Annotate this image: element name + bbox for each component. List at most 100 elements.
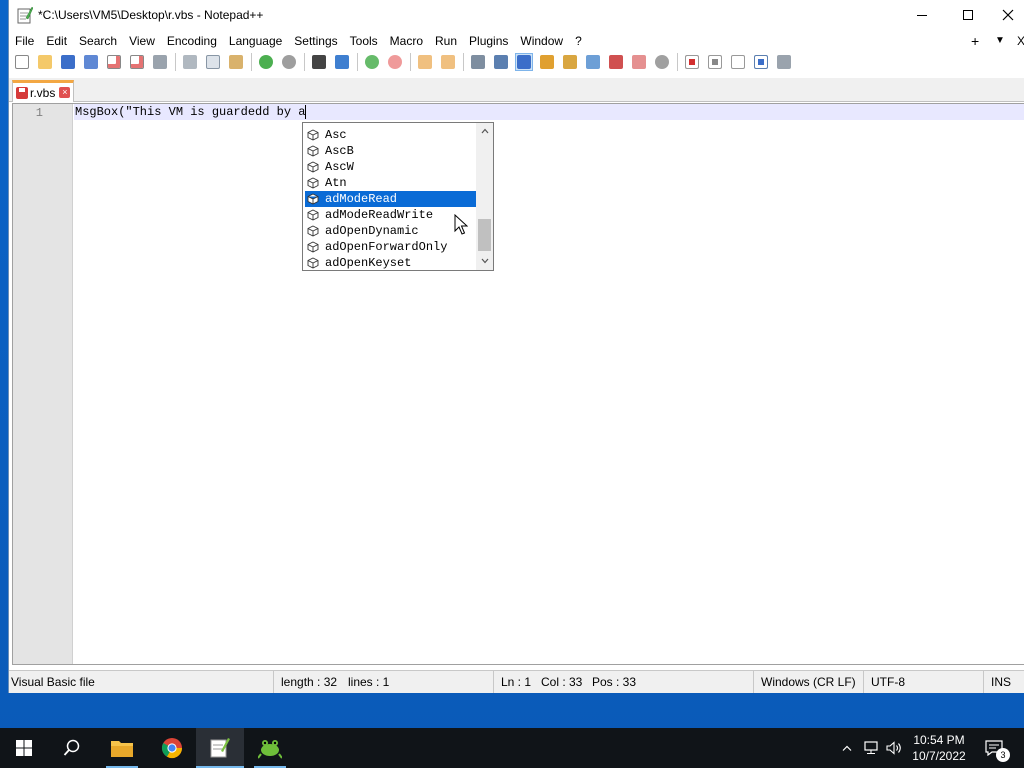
toolbar-separator	[357, 53, 358, 71]
tab-close-icon[interactable]: ×	[59, 87, 71, 98]
cube-icon	[307, 241, 319, 253]
function-list-button[interactable]	[607, 53, 625, 71]
redo-button[interactable]	[280, 53, 298, 71]
menu-view[interactable]: View	[123, 32, 161, 50]
zoom-in-button[interactable]	[363, 53, 381, 71]
user-defined-language-button[interactable]	[538, 53, 556, 71]
menu-tools[interactable]: Tools	[344, 32, 384, 50]
scroll-up-button[interactable]	[476, 123, 493, 140]
cut-button[interactable]	[181, 53, 199, 71]
close-all-button[interactable]	[128, 53, 146, 71]
sync-horizontal-button[interactable]	[439, 53, 457, 71]
autocomplete-item[interactable]: adOpenDynamic	[305, 223, 477, 239]
mouse-pointer-icon	[454, 214, 468, 235]
chrome-taskbar-button[interactable]	[148, 728, 196, 768]
minimize-button[interactable]	[899, 0, 945, 30]
notepadpp-taskbar-button[interactable]	[196, 728, 244, 768]
run-macro-multiple-button[interactable]	[752, 53, 770, 71]
menu-edit[interactable]: Edit	[40, 32, 73, 50]
close-file-button[interactable]	[105, 53, 123, 71]
open-file-button[interactable]	[36, 53, 54, 71]
tab-r-vbs[interactable]: r.vbs ×	[12, 80, 74, 102]
taskbar-clock[interactable]: 10:54 PM 10/7/2022	[906, 732, 972, 764]
menu-encoding[interactable]: Encoding	[161, 32, 223, 50]
app-taskbar-button[interactable]	[246, 728, 294, 768]
autocomplete-list[interactable]: Asc AscB AscW Atn adModeRead adModeReadW…	[302, 122, 494, 271]
sync-vertical-button[interactable]	[416, 53, 434, 71]
document-map-icon	[563, 55, 577, 69]
stop-recording-button[interactable]	[706, 53, 724, 71]
save-button[interactable]	[59, 53, 77, 71]
copy-button[interactable]	[204, 53, 222, 71]
windows-logo-icon	[16, 740, 32, 756]
status-insert-mode: INS	[991, 675, 1012, 689]
scissors-icon	[183, 55, 197, 69]
start-recording-button[interactable]	[683, 53, 701, 71]
status-column: Col : 33	[541, 675, 583, 689]
close-window-button[interactable]	[991, 0, 1024, 30]
new-file-button[interactable]	[13, 53, 31, 71]
maximize-button[interactable]	[945, 0, 991, 30]
menu-file[interactable]: File	[9, 32, 40, 50]
show-hidden-icons-button[interactable]	[838, 728, 856, 768]
status-divider	[493, 671, 494, 693]
new-tab-plus-button[interactable]: +	[971, 32, 979, 50]
autocomplete-item-label: adOpenForwardOnly	[325, 240, 448, 254]
autocomplete-item[interactable]: adOpenForwardOnly	[305, 239, 477, 255]
sync-horizontal-icon	[441, 55, 455, 69]
menu-run[interactable]: Run	[429, 32, 463, 50]
autocomplete-item[interactable]: AscW	[305, 159, 477, 175]
window-title: *C:\Users\VM5\Desktop\r.vbs - Notepad++	[38, 8, 264, 22]
autocomplete-item[interactable]: adOpenKeyset	[305, 255, 477, 271]
document-map-button[interactable]	[561, 53, 579, 71]
monitoring-button[interactable]	[653, 53, 671, 71]
zoom-out-button[interactable]	[386, 53, 404, 71]
autocomplete-item-selected[interactable]: adModeRead	[305, 191, 477, 207]
save-all-button[interactable]	[82, 53, 100, 71]
playback-button[interactable]	[729, 53, 747, 71]
print-button[interactable]	[151, 53, 169, 71]
menu-window[interactable]: Window	[514, 32, 569, 50]
clock-time: 10:54 PM	[913, 733, 965, 747]
code-line[interactable]: MsgBox("This VM is guardedd by a	[75, 105, 307, 119]
start-button[interactable]	[0, 728, 48, 768]
indent-guide-button[interactable]	[515, 53, 533, 71]
cube-icon	[307, 209, 319, 221]
undo-button[interactable]	[257, 53, 275, 71]
menu-macro[interactable]: Macro	[384, 32, 429, 50]
show-all-characters-button[interactable]	[492, 53, 510, 71]
title-bar[interactable]: *C:\Users\VM5\Desktop\r.vbs - Notepad++	[9, 0, 1024, 32]
autocomplete-item[interactable]: adModeReadWrite	[305, 207, 477, 223]
autocomplete-item[interactable]: Atn	[305, 175, 477, 191]
menu-plugins[interactable]: Plugins	[463, 32, 514, 50]
menu-help[interactable]: ?	[569, 32, 588, 50]
autocomplete-scrollbar[interactable]	[476, 123, 493, 270]
document-list-icon	[586, 55, 600, 69]
network-tray-button[interactable]	[860, 728, 882, 768]
volume-tray-button[interactable]	[884, 728, 904, 768]
replace-button[interactable]	[333, 53, 351, 71]
find-button[interactable]	[310, 53, 328, 71]
search-taskbar-button[interactable]	[48, 728, 96, 768]
toolbar-separator	[304, 53, 305, 71]
scroll-down-button[interactable]	[476, 253, 493, 270]
paste-button[interactable]	[227, 53, 245, 71]
editor-area[interactable]: 1 MsgBox("This VM is guardedd by a	[12, 103, 1024, 665]
close-document-button[interactable]: X	[1017, 32, 1024, 50]
menu-bar: File Edit Search View Encoding Language …	[9, 32, 1024, 50]
cube-icon	[307, 177, 319, 189]
folder-as-workspace-button[interactable]	[630, 53, 648, 71]
cube-icon	[307, 129, 319, 141]
menu-settings[interactable]: Settings	[288, 32, 343, 50]
autocomplete-item[interactable]: AscB	[305, 143, 477, 159]
word-wrap-button[interactable]	[469, 53, 487, 71]
tab-list-dropdown-button[interactable]: ▼	[995, 32, 1005, 50]
document-list-button[interactable]	[584, 53, 602, 71]
scrollbar-thumb[interactable]	[478, 219, 491, 251]
zoom-in-icon	[365, 55, 379, 69]
file-explorer-taskbar-button[interactable]	[98, 728, 146, 768]
menu-search[interactable]: Search	[73, 32, 123, 50]
save-macro-button[interactable]	[775, 53, 793, 71]
menu-language[interactable]: Language	[223, 32, 288, 50]
autocomplete-item[interactable]: Asc	[305, 127, 477, 143]
